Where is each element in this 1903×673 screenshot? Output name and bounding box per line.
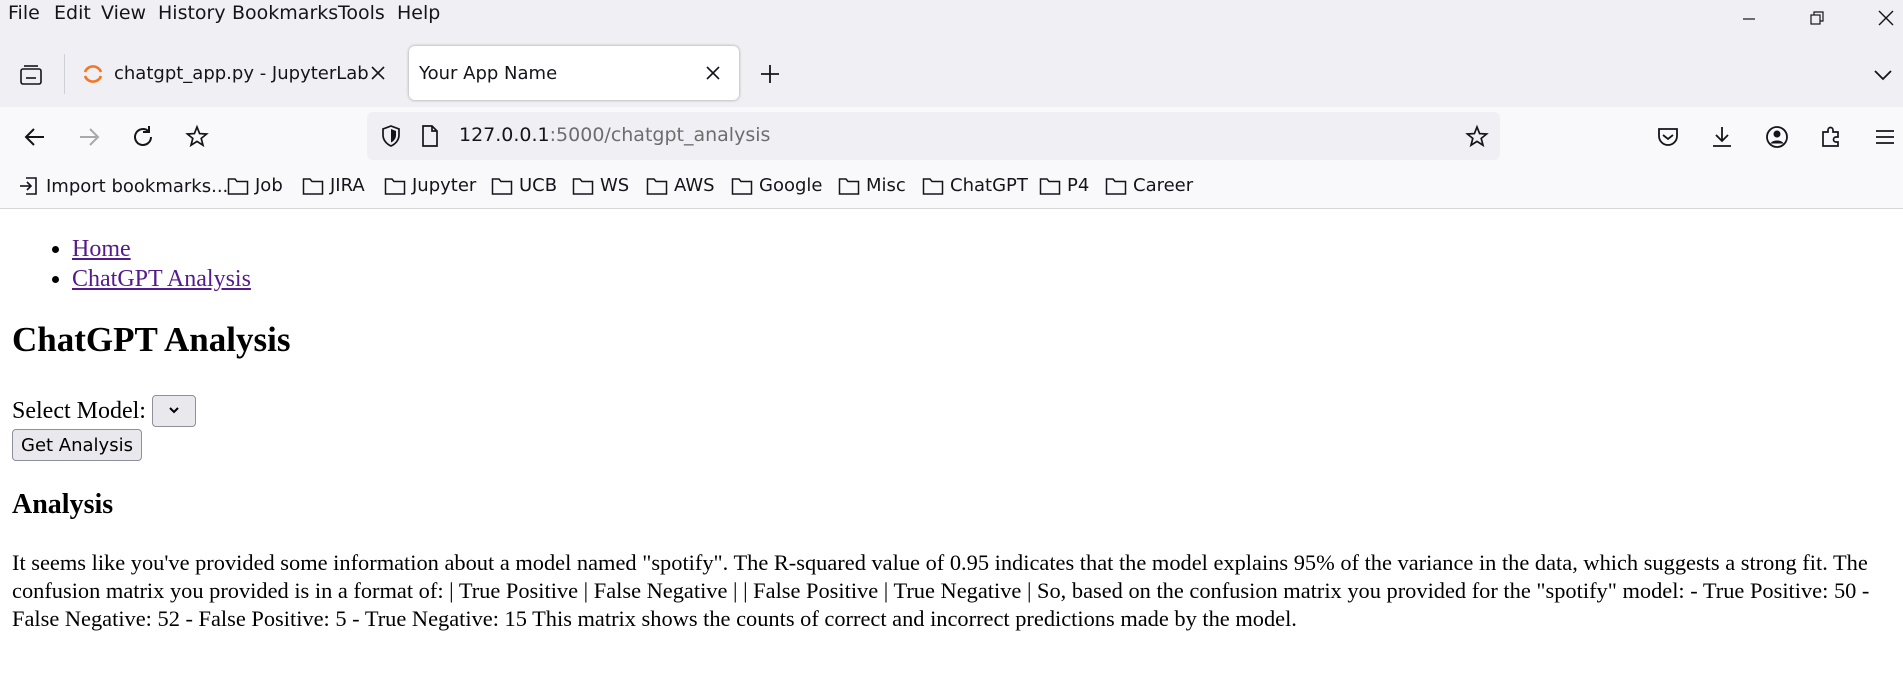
bookmark-label: Google [759, 175, 823, 196]
bookmark-folder-career[interactable]: Career [1105, 175, 1193, 196]
url-text[interactable]: 127.0.0.1:5000/chatgpt_analysis [459, 124, 770, 146]
import-icon [20, 177, 37, 195]
back-arrow-icon[interactable] [22, 124, 48, 150]
nav-list: Home ChatGPT Analysis [32, 234, 251, 294]
analysis-heading: Analysis [12, 489, 114, 520]
menu-bookmarks[interactable]: Bookmarks [232, 2, 338, 24]
home-link[interactable]: Home [72, 236, 131, 262]
bookmark-folder-aws[interactable]: AWS [646, 175, 715, 196]
nav-list-item: ChatGPT Analysis [72, 264, 251, 294]
bookmark-label: UCB [519, 175, 558, 196]
folder-icon [646, 177, 668, 195]
close-tab-icon[interactable] [368, 63, 388, 83]
bookmark-folder-job[interactable]: Job [227, 175, 283, 196]
bookmarks-toolbar: Import bookmarks... Job JIRA Jupyter UCB… [0, 165, 1903, 209]
folder-icon [1039, 177, 1061, 195]
customize-toolbar-star-icon[interactable] [184, 124, 210, 150]
folder-icon [302, 177, 324, 195]
bookmark-folder-misc[interactable]: Misc [838, 175, 906, 196]
bookmark-folder-jupyter[interactable]: Jupyter [384, 175, 476, 196]
tab-separator [64, 54, 65, 94]
bookmark-folder-ws[interactable]: WS [572, 175, 629, 196]
extensions-icon[interactable] [1818, 124, 1844, 150]
folder-icon [491, 177, 513, 195]
select-model-label: Select Model: [12, 397, 146, 424]
account-icon[interactable] [1764, 124, 1790, 150]
get-analysis-button[interactable]: Get Analysis [12, 429, 142, 461]
page-info-icon[interactable] [419, 124, 441, 148]
bookmark-label: WS [600, 175, 630, 196]
address-bar[interactable]: 127.0.0.1:5000/chatgpt_analysis [367, 112, 1500, 160]
bookmark-label: Import bookmarks... [46, 175, 229, 197]
analysis-text: It seems like you've provided some infor… [12, 550, 1870, 631]
hamburger-menu-icon[interactable] [1872, 124, 1898, 150]
folder-icon [731, 177, 753, 195]
page-content: Home ChatGPT Analysis ChatGPT Analysis S… [0, 210, 1903, 673]
tab-jupyterlab[interactable]: chatgpt_app.py - JupyterLab [72, 46, 398, 100]
firefox-view-icon[interactable] [18, 62, 44, 88]
bookmark-label: AWS [674, 175, 715, 196]
downloads-icon[interactable] [1709, 124, 1735, 150]
list-all-tabs-icon[interactable] [1872, 64, 1894, 86]
bookmark-folder-p4[interactable]: P4 [1039, 175, 1089, 196]
folder-icon [922, 177, 944, 195]
bookmark-folder-ucb[interactable]: UCB [491, 175, 557, 196]
model-select-row: Select Model: [12, 395, 196, 427]
bookmark-label: Jupyter [412, 175, 477, 196]
chatgpt-analysis-link[interactable]: ChatGPT Analysis [72, 266, 251, 292]
bookmark-label: JIRA [330, 175, 365, 196]
menu-view[interactable]: View [101, 2, 146, 24]
tab-your-app-name[interactable]: Your App Name [409, 46, 739, 100]
bookmark-label: P4 [1067, 175, 1090, 196]
bookmark-folder-google[interactable]: Google [731, 175, 822, 196]
folder-icon [227, 177, 249, 195]
bookmark-label: Misc [866, 175, 906, 196]
page-title: ChatGPT Analysis [12, 320, 291, 359]
close-icon [1878, 10, 1894, 26]
menu-tools[interactable]: Tools [338, 2, 385, 24]
restore-icon [1810, 11, 1824, 25]
menu-history[interactable]: History [158, 2, 226, 24]
bookmark-import[interactable]: Import bookmarks... [18, 175, 228, 197]
folder-icon [838, 177, 860, 195]
jupyter-icon [83, 65, 103, 83]
forward-arrow-icon[interactable] [76, 124, 102, 150]
bookmark-label: ChatGPT [950, 175, 1028, 196]
tab-title: Your App Name [419, 62, 558, 84]
url-host: 127.0.0.1 [459, 124, 550, 146]
bookmark-folder-chatgpt[interactable]: ChatGPT [922, 175, 1028, 196]
shield-icon[interactable] [379, 124, 403, 148]
reload-icon[interactable] [130, 124, 156, 150]
minimize-icon [1743, 18, 1755, 20]
tab-title: chatgpt_app.py - JupyterLab [114, 62, 369, 84]
chevron-down-icon [169, 407, 179, 414]
bookmark-label: Job [255, 175, 283, 196]
close-tab-icon[interactable] [703, 63, 723, 83]
folder-icon [1105, 177, 1127, 195]
tab-bar: chatgpt_app.py - JupyterLab Your App Nam… [0, 30, 1903, 107]
pocket-icon[interactable] [1655, 124, 1681, 150]
new-tab-icon[interactable] [758, 62, 782, 86]
url-path: :5000/chatgpt_analysis [549, 124, 771, 146]
menu-file[interactable]: File [8, 2, 40, 24]
bookmark-star-icon[interactable] [1464, 124, 1490, 150]
navigation-bar: 127.0.0.1:5000/chatgpt_analysis [0, 107, 1903, 165]
folder-icon [572, 177, 594, 195]
bookmark-folder-jira[interactable]: JIRA [302, 175, 365, 196]
model-select[interactable] [151, 395, 196, 427]
nav-list-item: Home [72, 234, 251, 264]
folder-icon [384, 177, 406, 195]
menu-bar: File Edit View History Bookmarks Tools H… [0, 0, 1903, 30]
bookmark-label: Career [1133, 175, 1194, 196]
menu-edit[interactable]: Edit [54, 2, 91, 24]
menu-help[interactable]: Help [397, 2, 440, 24]
